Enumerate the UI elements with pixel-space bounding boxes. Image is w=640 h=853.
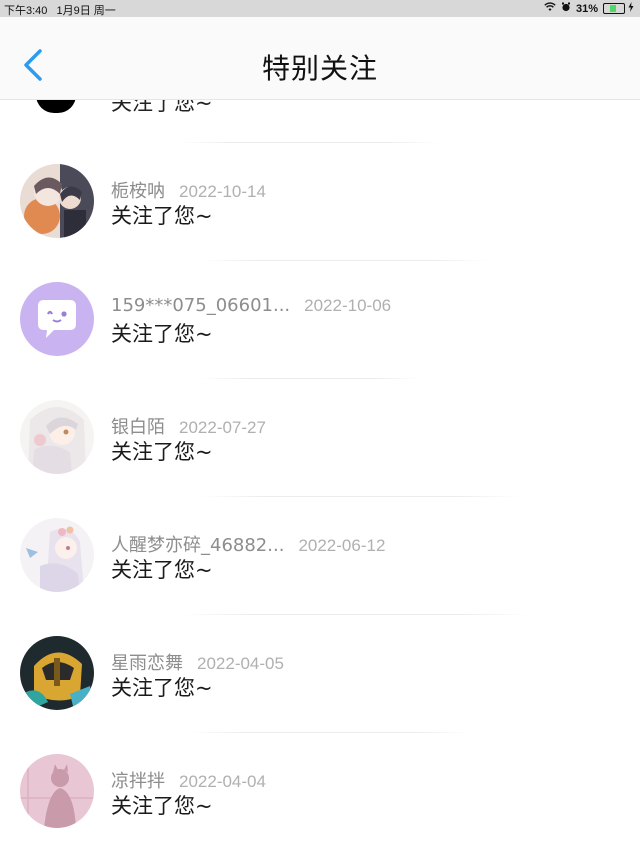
- follow-date: 2022-04-05: [197, 654, 284, 673]
- list-item-message: 关注了您~: [111, 676, 213, 700]
- user-name: 星雨恋舞: [111, 653, 183, 674]
- charging-icon: [628, 2, 634, 15]
- follow-date: 2022-04-04: [179, 772, 266, 791]
- avatar: [36, 99, 76, 113]
- alarm-icon: [561, 2, 571, 15]
- list-item-partial[interactable]: 关注了您~: [0, 99, 640, 142]
- list-item-name: 159***075_06601... 2022-10-06: [111, 295, 391, 316]
- status-date: 1月9日 周一: [56, 5, 116, 17]
- list-item[interactable]: 栀桉呐 2022-10-14 关注了您~: [0, 142, 640, 260]
- list-item-message: 关注了您~: [111, 204, 213, 228]
- list-item-message: 关注了您~: [111, 558, 213, 582]
- battery-icon: [603, 3, 625, 14]
- list-item[interactable]: 159***075_06601... 2022-10-06 关注了您~: [0, 260, 640, 378]
- user-name: 银白陌: [111, 417, 165, 438]
- battery-percent: 31%: [575, 2, 598, 15]
- avatar-anime-girl-bird: [20, 518, 94, 592]
- list-item[interactable]: 人醒梦亦碎_46882... 2022-06-12 关注了您~: [0, 496, 640, 614]
- page-title: 特别关注: [261, 52, 378, 85]
- nav-header: 特别关注: [0, 17, 640, 100]
- follow-date: 2022-06-12: [298, 536, 386, 555]
- avatar-white-hair-anime: [20, 400, 94, 474]
- list-item-message: 关注了您~: [111, 322, 213, 346]
- list-item-message: 关注了您~: [111, 794, 213, 818]
- avatar-robot-helmet: [20, 636, 94, 710]
- battery-fill: [610, 5, 616, 12]
- avatar-purple-chat-bubble: [20, 282, 94, 356]
- status-bar: 下午3:40 1月9日 周一 31%: [0, 0, 640, 17]
- list-item-message: 关注了您~: [111, 440, 213, 464]
- follow-date: 2022-07-27: [179, 418, 266, 437]
- follow-list[interactable]: 关注了您~ 栀桉呐 2022-10-14 关注了您~ 159***075_066…: [0, 99, 640, 853]
- avatar-pink-silhouette: [20, 754, 94, 828]
- user-name: 栀桉呐: [111, 181, 165, 202]
- list-item[interactable]: 星雨恋舞 2022-04-05 关注了您~: [0, 614, 640, 732]
- follow-date: 2022-10-06: [304, 296, 392, 315]
- list-item-message: 关注了您~: [111, 99, 213, 115]
- follow-date: 2022-10-14: [179, 182, 266, 201]
- user-name: 凉拌拌: [111, 771, 165, 792]
- list-item[interactable]: 银白陌 2022-07-27 关注了您~: [0, 378, 640, 496]
- list-item[interactable]: 凉拌拌 2022-04-04 关注了您~: [0, 732, 640, 850]
- avatar-anime-girls-hug: [20, 164, 94, 238]
- user-name: 人醒梦亦碎_46882...: [111, 535, 285, 556]
- user-name: 159***075_06601...: [111, 295, 291, 316]
- status-time: 下午3:40: [4, 5, 48, 17]
- wifi-icon: [544, 2, 556, 15]
